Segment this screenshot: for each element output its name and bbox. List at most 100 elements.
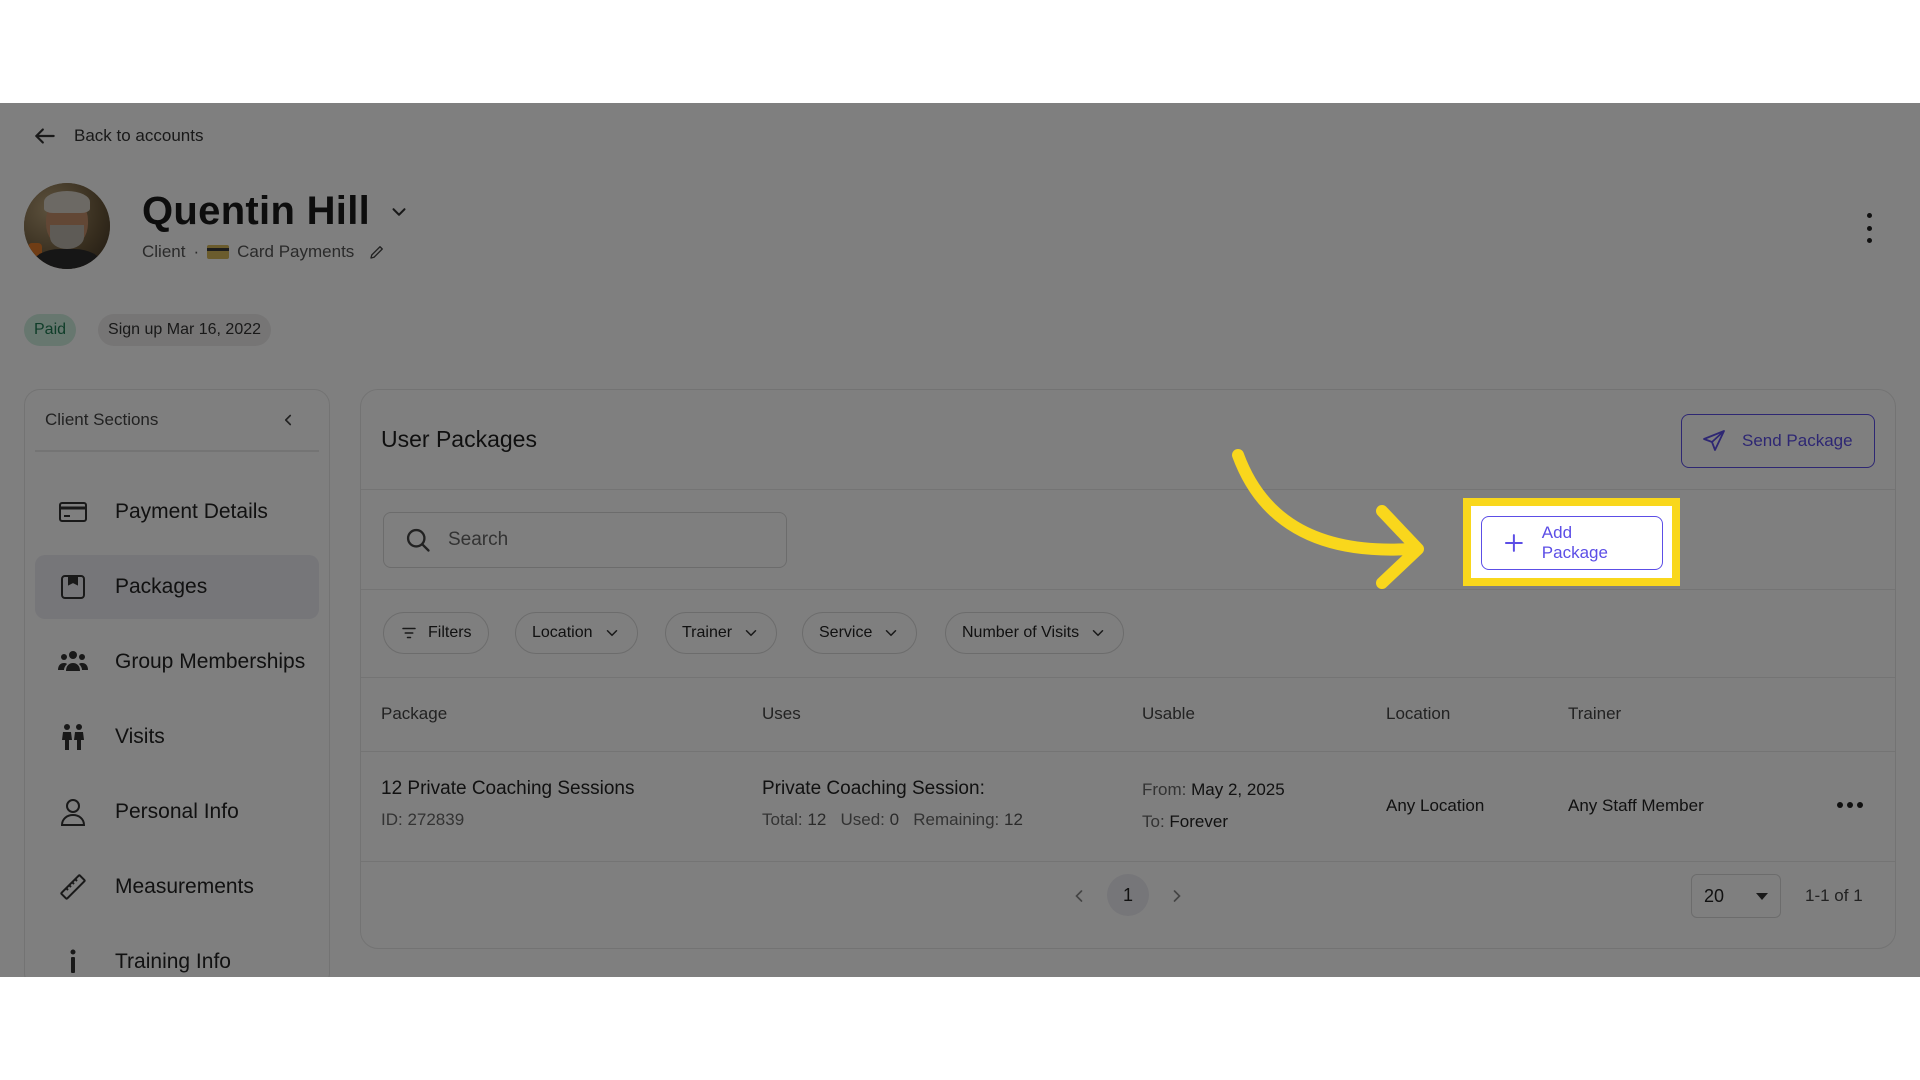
signup-date-badge: Sign up Mar 16, 2022: [98, 314, 272, 346]
person-icon: [60, 799, 86, 826]
column-location[interactable]: Location: [1386, 704, 1450, 724]
arrow-left-icon: [35, 128, 55, 144]
remaining-label: Remaining:: [913, 810, 1000, 829]
trainer-filter[interactable]: Trainer: [665, 612, 778, 654]
from-label: From:: [1142, 780, 1187, 799]
rows-per-page-value: 20: [1704, 885, 1725, 906]
chevron-down-icon: [886, 630, 897, 637]
trainer-cell: Any Staff Member: [1568, 796, 1704, 815]
group-icon: [58, 651, 88, 671]
add-package-button[interactable]: Add Package: [1481, 516, 1663, 570]
sidebar-item-label: Training Info: [115, 950, 231, 973]
chevron-down-icon[interactable]: [388, 201, 410, 223]
location-filter[interactable]: Location: [515, 612, 638, 654]
sidebar-item-measurements[interactable]: Measurements: [35, 855, 319, 919]
sidebar-item-personal-info[interactable]: Personal Info: [35, 780, 319, 844]
visits-icon: [62, 724, 84, 750]
to-date: Forever: [1169, 812, 1228, 831]
sidebar-item-label: Measurements: [115, 875, 254, 898]
number-of-visits-filter[interactable]: Number of Visits: [945, 612, 1125, 654]
credit-card-icon: [59, 502, 87, 522]
chevron-down-icon: [1092, 630, 1104, 637]
sidebar-item-visits[interactable]: Visits: [35, 705, 319, 769]
trainer-filter-label: Trainer: [682, 624, 733, 641]
total-value: 12: [807, 810, 827, 829]
column-uses[interactable]: Uses: [762, 704, 801, 724]
sidebar-item-payment-details[interactable]: Payment Details: [35, 480, 319, 544]
sidebar-item-packages[interactable]: Packages: [35, 555, 319, 619]
sidebar-item-group-memberships[interactable]: Group Memberships: [35, 630, 319, 694]
filters-label: Filters: [428, 624, 472, 641]
separator-dot: ·: [193, 242, 200, 261]
info-icon: [70, 949, 76, 973]
column-usable[interactable]: Usable: [1142, 704, 1195, 724]
edit-pencil-icon[interactable]: [368, 243, 386, 261]
app-screen: Back to accounts Quentin Hill Client · C…: [0, 103, 1920, 977]
total-label: Total:: [762, 810, 803, 829]
back-to-accounts-link[interactable]: Back to accounts: [32, 123, 203, 149]
location-filter-label: Location: [532, 624, 593, 641]
search-input[interactable]: [448, 529, 748, 551]
from-date: May 2, 2025: [1191, 780, 1285, 799]
add-package-highlight: Add Package: [1463, 498, 1680, 586]
location-cell: Any Location: [1386, 796, 1485, 815]
user-packages-panel: User Packages Send Package Filters Locat…: [360, 389, 1896, 949]
more-options-vertical-icon[interactable]: [1862, 213, 1876, 243]
client-profile-header: Quentin Hill Client · Card Payments: [24, 183, 410, 269]
package-name: 12 Private Coaching Sessions: [381, 778, 635, 799]
dropdown-triangle-icon: [1756, 892, 1768, 900]
credit-card-emoji-icon: [207, 245, 230, 259]
chevron-down-icon: [745, 630, 757, 637]
client-name: Quentin Hill: [142, 189, 371, 233]
package-id: ID: 272839: [381, 810, 465, 829]
service-filter-label: Service: [819, 624, 873, 641]
plus-icon: [1504, 534, 1523, 552]
used-label: Used:: [840, 810, 885, 829]
uses-title: Private Coaching Session:: [762, 778, 985, 799]
back-link-label: Back to accounts: [74, 126, 204, 145]
prev-page-icon[interactable]: [1069, 886, 1089, 906]
ruler-icon: [60, 874, 86, 900]
status-badges: Paid Sign up Mar 16, 2022: [24, 314, 272, 346]
search-input-box[interactable]: [383, 512, 787, 568]
next-page-icon[interactable]: [1167, 886, 1187, 906]
chevron-down-icon: [606, 630, 617, 637]
sidebar-item-label: Packages: [115, 575, 208, 598]
to-label: To:: [1142, 812, 1165, 831]
add-package-label: Add Package: [1541, 523, 1608, 562]
row-more-options-icon[interactable]: [1837, 802, 1863, 808]
pagination: 1 20 1-1 of 1: [361, 868, 1895, 928]
send-package-button[interactable]: Send Package: [1681, 414, 1875, 468]
search-icon: [406, 528, 430, 552]
table-header: Package Uses Usable Location Trainer: [361, 678, 1895, 752]
usable-cell: From: May 2, 2025 To: Forever: [1142, 780, 1285, 832]
package-icon: [61, 575, 85, 599]
sidebar-item-label: Personal Info: [115, 800, 239, 823]
panel-title: User Packages: [381, 426, 537, 452]
filters-button[interactable]: Filters: [383, 612, 489, 654]
used-value: 0: [889, 810, 900, 829]
column-trainer[interactable]: Trainer: [1568, 704, 1621, 724]
sidebar-item-label: Group Memberships: [115, 650, 306, 673]
client-role: Client: [142, 242, 186, 261]
payment-method: Card Payments: [237, 242, 355, 261]
column-package[interactable]: Package: [381, 704, 447, 724]
sidebar-item-label: Visits: [115, 725, 165, 748]
client-sections-sidebar: Client Sections Payment Details Packages…: [24, 389, 330, 977]
rows-per-page-select[interactable]: 20: [1691, 874, 1781, 918]
avatar: [24, 183, 110, 269]
package-cell: 12 Private Coaching Sessions ID: 272839: [381, 778, 634, 830]
pagination-range: 1-1 of 1: [1805, 886, 1863, 905]
table-row[interactable]: 12 Private Coaching Sessions ID: 272839 …: [361, 752, 1895, 862]
service-filter[interactable]: Service: [802, 612, 918, 654]
visits-filter-label: Number of Visits: [962, 624, 1080, 641]
remaining-value: 12: [1004, 810, 1023, 829]
send-package-label: Send Package: [1742, 431, 1853, 450]
yellow-pointer-arrow-icon: [1232, 449, 1424, 589]
sidebar-item-training-info[interactable]: Training Info: [35, 930, 319, 977]
page-number-current[interactable]: 1: [1107, 874, 1149, 916]
paid-badge: Paid: [24, 314, 77, 346]
collapse-chevron-left-icon[interactable]: [279, 411, 297, 429]
filter-lines-icon: [402, 627, 416, 639]
sidebar-title: Client Sections: [45, 410, 159, 429]
